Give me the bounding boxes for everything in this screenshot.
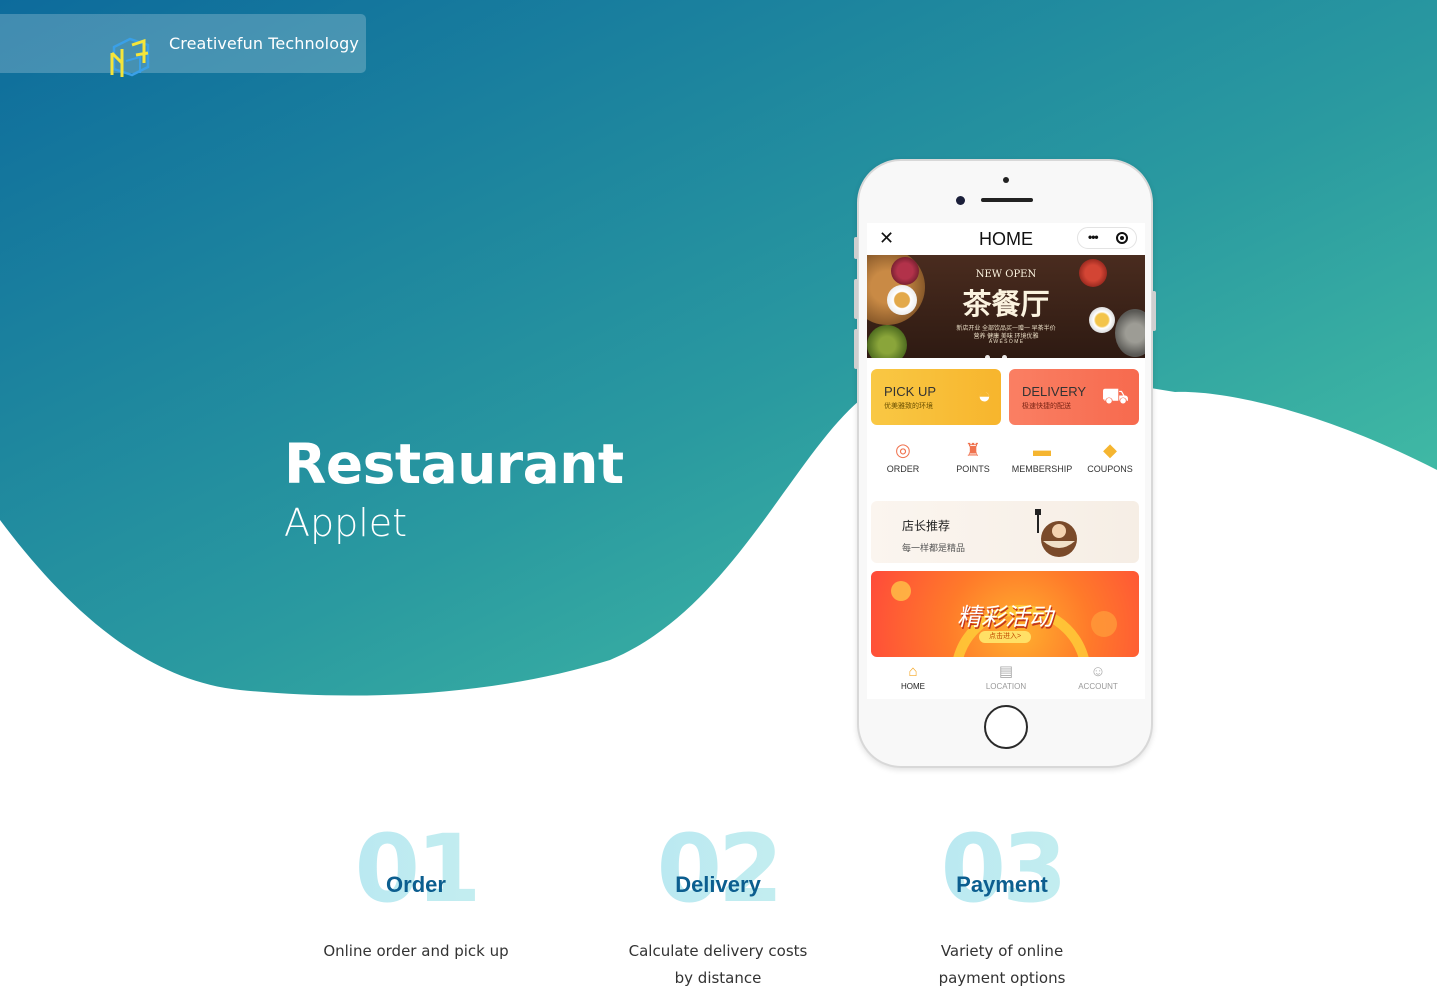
app-tab-bar: ⌂ HOME ▤ LOCATION ☺ ACCOUNT <box>867 661 1145 699</box>
quick-menu-coupons[interactable]: ◆ COUPONS <box>1079 438 1141 474</box>
quick-menu-membership[interactable]: ▬ MEMBERSHIP <box>1011 438 1073 474</box>
quick-menu-label: ORDER <box>886 464 920 474</box>
feature-description: Online order and pick up <box>323 942 509 960</box>
delivery-card[interactable]: DELIVERY 极速快捷的配送 ⛟ <box>1009 369 1139 425</box>
points-bag-icon: ♜ <box>964 440 982 460</box>
delivery-card-subtitle: 极速快捷的配送 <box>1022 403 1071 410</box>
promo-banner[interactable]: NEW OPEN 茶餐厅 新店开业 全部饮品买一赠一 早茶半价 营养 健康 美味… <box>867 255 1145 358</box>
account-icon: ☺ <box>1090 663 1106 680</box>
event-enter-button[interactable]: 点击进入> <box>979 631 1031 643</box>
brand-badge[interactable]: Creativefun Technology <box>0 14 366 77</box>
feature-name: Order <box>386 872 446 897</box>
pickup-card[interactable]: PICK UP 优美雅致的环境 ◒ <box>871 369 1001 425</box>
tab-home[interactable]: ⌂ HOME <box>873 663 953 691</box>
phone-home-button[interactable] <box>984 705 1028 749</box>
app-screen: ✕ HOME ••• NEW OPEN 茶餐厅 新店开业 全部饮品买一赠一 早茶… <box>867 223 1145 699</box>
event-title: 精彩活动 <box>957 603 1053 631</box>
tab-label: ACCOUNT <box>1078 682 1118 691</box>
hero-title: Restaurant <box>284 432 624 496</box>
banner-welcome: A W E S O M E <box>988 339 1024 345</box>
mini-program-capsule[interactable]: ••• <box>1077 227 1137 249</box>
record-icon[interactable] <box>1116 232 1128 244</box>
phone-side-button <box>854 237 858 259</box>
recommend-subtitle: 每一样都是精品 <box>902 543 966 553</box>
app-nav-bar: ✕ HOME ••• <box>867 223 1145 255</box>
phone-camera <box>956 196 965 205</box>
banner-pagination[interactable] <box>985 347 1029 358</box>
recommend-title: 店长推荐 <box>902 519 951 533</box>
pagination-dot[interactable] <box>1002 355 1007 358</box>
tab-account[interactable]: ☺ ACCOUNT <box>1058 663 1138 691</box>
scooter-icon: ⛟ <box>1101 383 1129 408</box>
feature-name: Payment <box>956 872 1048 897</box>
quick-menu-label: MEMBERSHIP <box>1011 464 1073 474</box>
quick-menu-label: COUPONS <box>1087 464 1133 474</box>
manager-recommend-card[interactable]: 店长推荐 每一样都是精品 <box>871 501 1139 563</box>
phone-speaker <box>981 198 1033 202</box>
chef-illustration <box>1035 509 1077 557</box>
delivery-card-title: DELIVERY <box>1022 384 1087 399</box>
tab-label: LOCATION <box>985 682 1027 691</box>
phone-mockup: ✕ HOME ••• NEW OPEN 茶餐厅 新店开业 全部饮品买一赠一 早茶… <box>854 159 1156 768</box>
phone-volume-down <box>854 329 858 369</box>
phone-volume-up <box>854 279 858 319</box>
pickup-card-title: PICK UP <box>884 384 937 399</box>
feature-name: Delivery <box>675 872 761 897</box>
pagination-dot[interactable] <box>985 355 990 358</box>
cube-logo-icon <box>110 37 150 77</box>
quick-menu-points[interactable]: ♜ POINTS <box>942 438 1004 474</box>
quick-menu-label: POINTS <box>956 464 990 474</box>
tab-location[interactable]: ▤ LOCATION <box>966 663 1046 691</box>
membership-card-icon: ▬ <box>1033 440 1051 460</box>
pickup-card-subtitle: 优美雅致的环境 <box>884 403 933 410</box>
quick-menu-order[interactable]: ◎ ORDER <box>872 438 934 474</box>
feature-number: 01 <box>286 818 546 922</box>
more-dots-icon[interactable]: ••• <box>1088 230 1099 244</box>
feature-number: 03 <box>872 818 1132 922</box>
phone-power-button <box>1152 291 1156 331</box>
banner-headline-cn: 茶餐厅 <box>962 287 1050 321</box>
phone-sensor <box>1003 177 1009 183</box>
hero-background <box>0 0 1437 696</box>
order-icon: ◎ <box>895 440 911 460</box>
feature-description: Variety of online payment options <box>938 942 1066 987</box>
hero-subtitle: Applet <box>284 501 408 545</box>
home-icon: ⌂ <box>908 663 918 680</box>
tab-label: HOME <box>901 682 925 691</box>
store-icon: ▤ <box>998 663 1014 680</box>
feature-number: 02 <box>588 818 848 922</box>
coupon-tag-icon: ◆ <box>1103 440 1117 460</box>
event-banner[interactable]: 精彩活动 点击进入> <box>871 571 1139 657</box>
rice-bowl-icon: ◒ <box>977 383 991 408</box>
brand-name: Creativefun Technology <box>169 34 359 53</box>
feature-description: Calculate delivery costs by distance <box>628 942 808 987</box>
banner-headline-en: NEW OPEN <box>975 269 1037 280</box>
